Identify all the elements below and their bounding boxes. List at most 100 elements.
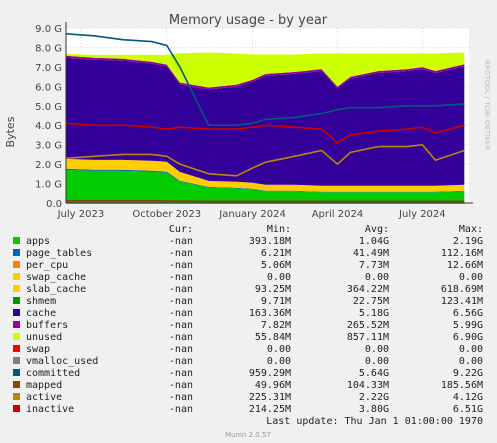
legend: Cur: Min: Avg: Max: apps -nan 393.18M 1.04G 2.19… <box>13 224 483 415</box>
legend-avg-swap-cache: 0.00 <box>365 272 389 283</box>
legend-avg-unused: 857.11M <box>347 332 389 343</box>
legend-max-shmem: 123.41M <box>441 296 483 307</box>
legend-label-committed: committed <box>26 368 80 379</box>
legend-max-cache: 6.56G <box>453 308 483 319</box>
y-tick-label: 8.0 G <box>35 43 62 54</box>
legend-cur-mapped: -nan <box>169 380 193 391</box>
legend-cur-swap-cache: -nan <box>169 272 193 283</box>
x-tick-label: April 2024 <box>312 209 363 220</box>
legend-label-mapped: mapped <box>26 380 62 391</box>
legend-max-unused: 6.90G <box>453 332 483 343</box>
legend-label-inactive: inactive <box>26 404 74 415</box>
legend-max-slab-cache: 618.69M <box>441 284 483 295</box>
legend-min-slab-cache: 93.25M <box>255 284 291 295</box>
legend-swatch-active <box>13 393 20 400</box>
legend-min-buffers: 7.82M <box>261 320 291 331</box>
legend-label-swap: swap <box>26 344 50 355</box>
legend-cur-page-tables: -nan <box>169 248 193 259</box>
legend-cur-slab-cache: -nan <box>169 284 193 295</box>
legend-label-unused: unused <box>26 332 62 343</box>
y-tick-label: 7.0 G <box>35 63 62 74</box>
legend-swatch-per-cpu <box>13 261 20 268</box>
legend-avg-cache: 5.18G <box>359 308 389 319</box>
legend-label-vmalloc-used: vmalloc_used <box>26 356 98 367</box>
legend-min-per-cpu: 5.06M <box>261 260 291 271</box>
last-update-text: Last update: Thu Jan 1 01:00:00 1970 <box>266 416 483 427</box>
legend-avg-inactive: 3.80G <box>359 404 389 415</box>
legend-max-per-cpu: 12.66M <box>447 260 483 271</box>
legend-label-slab-cache: slab_cache <box>26 284 86 295</box>
legend-max-vmalloc-used: 0.00 <box>459 356 483 367</box>
y-tick-label: 6.0 G <box>35 82 62 93</box>
y-tick-label: 9.0 G <box>35 24 62 35</box>
legend-max-page-tables: 112.16M <box>441 248 483 259</box>
legend-max-inactive: 6.51G <box>453 404 483 415</box>
legend-swatch-committed <box>13 369 20 376</box>
legend-cur-vmalloc-used: -nan <box>169 356 193 367</box>
legend-min-inactive: 214.25M <box>249 404 291 415</box>
legend-swatch-mapped <box>13 381 20 388</box>
legend-avg-shmem: 22.75M <box>353 296 389 307</box>
legend-avg-page-tables: 41.49M <box>353 248 389 259</box>
legend-max-swap-cache: 0.00 <box>459 272 483 283</box>
y-tick-label: 3.0 G <box>35 141 62 152</box>
legend-min-shmem: 9.71M <box>261 296 291 307</box>
legend-min-unused: 55.84M <box>255 332 291 343</box>
legend-cur-active: -nan <box>169 392 193 403</box>
legend-swatch-cache <box>13 309 20 316</box>
legend-label-buffers: buffers <box>26 320 68 331</box>
legend-label-per-cpu: per_cpu <box>26 260 68 271</box>
legend-swatch-apps <box>13 237 20 244</box>
legend-header-max: Max: <box>459 224 483 235</box>
legend-min-swap: 0.00 <box>267 344 291 355</box>
legend-cur-cache: -nan <box>169 308 193 319</box>
legend-avg-mapped: 104.33M <box>347 380 389 391</box>
y-tick-label: 5.0 G <box>35 102 62 113</box>
legend-swatch-swap-cache <box>13 273 20 280</box>
legend-avg-swap: 0.00 <box>365 344 389 355</box>
legend-min-vmalloc-used: 0.00 <box>267 356 291 367</box>
chart-title: Memory usage - by year <box>169 13 328 28</box>
legend-swatch-shmem <box>13 297 20 304</box>
line-mapped <box>66 199 465 203</box>
legend-cur-shmem: -nan <box>169 296 193 307</box>
legend-swatch-buffers <box>13 321 20 328</box>
legend-max-committed: 9.22G <box>453 368 483 379</box>
x-tick-label: July 2023 <box>57 209 105 220</box>
legend-avg-slab-cache: 364.22M <box>347 284 389 295</box>
legend-max-buffers: 5.99G <box>453 320 483 331</box>
legend-min-swap-cache: 0.00 <box>267 272 291 283</box>
legend-avg-buffers: 265.52M <box>347 320 389 331</box>
y-tick-label: 4.0 G <box>35 121 62 132</box>
legend-max-active: 4.12G <box>453 392 483 403</box>
legend-avg-active: 2.22G <box>359 392 389 403</box>
legend-avg-committed: 5.64G <box>359 368 389 379</box>
legend-avg-per-cpu: 7.73M <box>359 260 389 271</box>
footer-version: Munin 2.0.57 <box>225 431 271 439</box>
x-tick-label: October 2023 <box>132 209 201 220</box>
legend-cur-per-cpu: -nan <box>169 260 193 271</box>
legend-min-mapped: 49.96M <box>255 380 291 391</box>
legend-cur-unused: -nan <box>169 332 193 343</box>
x-tick-label: January 2024 <box>218 209 286 220</box>
legend-label-shmem: shmem <box>26 296 56 307</box>
legend-max-mapped: 185.56M <box>441 380 483 391</box>
legend-label-cache: cache <box>26 308 56 319</box>
side-label: RRDTOOL / TOBI OETIKER <box>483 60 491 150</box>
legend-cur-apps: -nan <box>169 236 193 247</box>
legend-swatch-unused <box>13 333 20 340</box>
memory-usage-chart: Memory usage - by year Bytes RRDTOOL / T… <box>4 13 491 439</box>
legend-swatch-vmalloc-used <box>13 357 20 364</box>
legend-max-swap: 0.00 <box>459 344 483 355</box>
legend-min-page-tables: 6.21M <box>261 248 291 259</box>
y-tick-label: 1.0 G <box>35 180 62 191</box>
legend-avg-vmalloc-used: 0.00 <box>365 356 389 367</box>
legend-max-apps: 2.19G <box>453 236 483 247</box>
legend-label-apps: apps <box>26 236 50 247</box>
legend-avg-apps: 1.04G <box>359 236 389 247</box>
legend-swatch-swap <box>13 345 20 352</box>
legend-min-cache: 163.36M <box>249 308 291 319</box>
legend-swatch-inactive <box>13 405 20 412</box>
legend-min-active: 225.31M <box>249 392 291 403</box>
legend-label-swap-cache: swap_cache <box>26 272 86 283</box>
